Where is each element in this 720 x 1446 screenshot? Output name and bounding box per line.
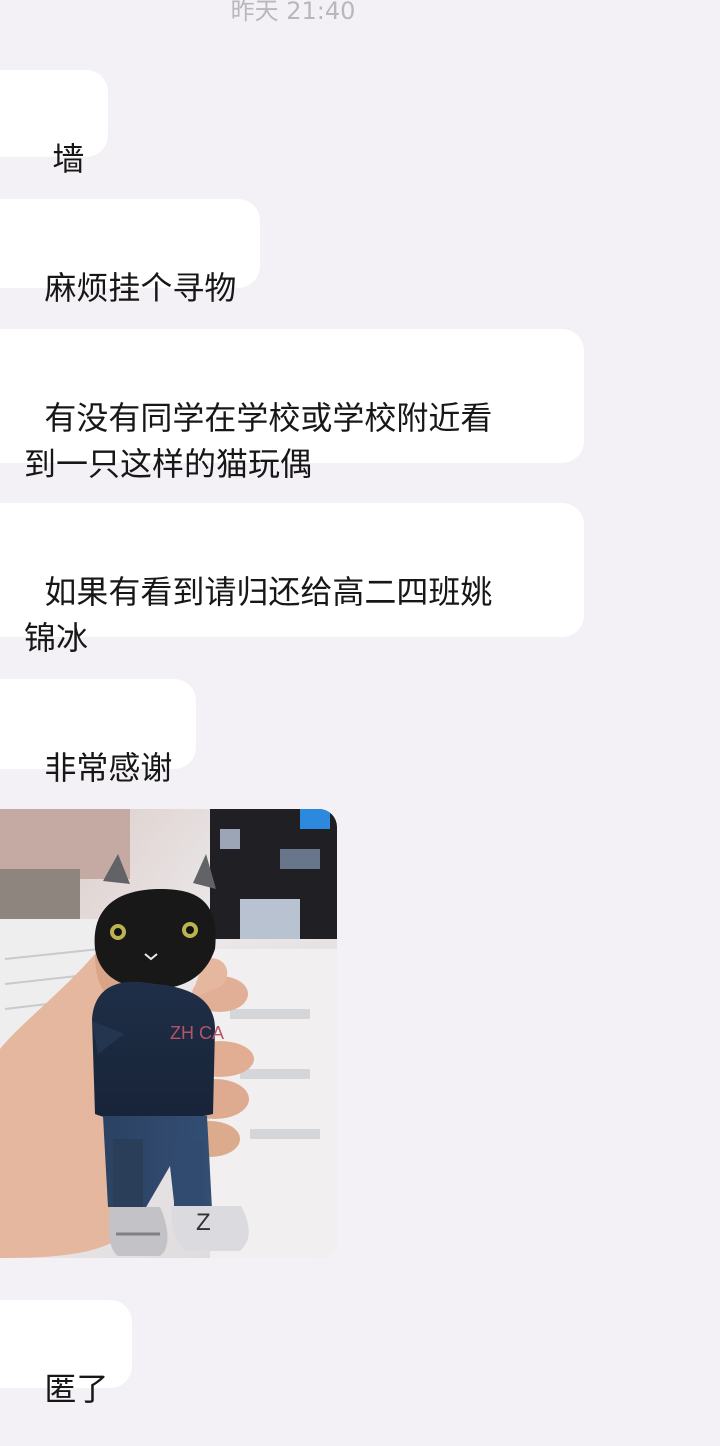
message-bubble[interactable]: 麻烦挂个寻物 [0,199,261,307]
message-text: 麻烦挂个寻物 [44,269,237,307]
message-timestamp: 昨天 21:40 [230,0,356,25]
message-bubble[interactable]: 非常感谢 [0,679,197,787]
message-bubble[interactable]: 如果有看到请归还给高二四班姚 锦冰 [0,503,584,657]
message-text: 匿了 [44,1370,109,1408]
message-text: 如果有看到请归还给高二四班姚 锦冰 [24,573,493,657]
message-bubble[interactable]: 有没有同学在学校或学校附近看 到一只这样的猫玩偶 [0,329,584,483]
doll-sweater-letters: ZH CA [170,1023,224,1043]
message-text: 墙 [52,140,85,178]
message-text: 有没有同学在学校或学校附近看 到一只这样的猫玩偶 [24,399,493,483]
message-bubble[interactable]: 匿了 [0,1300,133,1408]
doll-shoe-letter: Z [196,1209,211,1236]
message-text: 非常感谢 [44,749,173,787]
message-image[interactable]: ZH CA Z [0,809,337,1258]
message-bubble[interactable]: 墙 [0,70,109,178]
cat-doll-photo: ZH CA Z [0,809,337,1258]
